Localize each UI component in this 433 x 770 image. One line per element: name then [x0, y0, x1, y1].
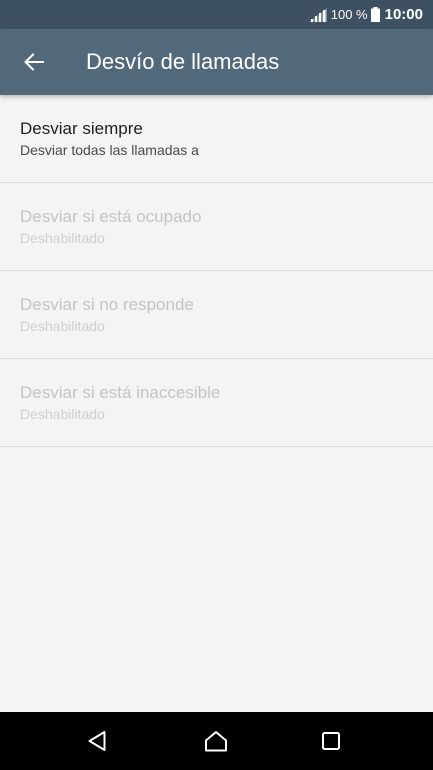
status-bar: 100 % 10:00 — [0, 0, 433, 29]
battery-percent: 100 % — [330, 7, 368, 22]
nav-home-button[interactable] — [196, 721, 236, 761]
call-forwarding-list: Desviar siempre Desviar todas las llamad… — [0, 95, 433, 447]
home-icon — [205, 731, 227, 752]
page-title: Desvío de llamadas — [86, 49, 280, 74]
clock: 10:00 — [384, 6, 423, 23]
list-item-subtitle: Deshabilitado — [20, 406, 105, 422]
phone-screen: 100 % 10:00 Desvío de llamadas Desviar s… — [0, 0, 433, 770]
recents-icon — [322, 732, 340, 750]
list-item-forward-when-busy: Desviar si está ocupado Deshabilitado — [0, 183, 433, 271]
navigation-bar — [0, 712, 433, 770]
nav-back-button[interactable] — [77, 721, 117, 761]
list-item-title: Desviar si está inaccesible — [20, 383, 221, 402]
list-item-forward-when-unanswered: Desviar si no responde Deshabilitado — [0, 271, 433, 359]
battery-icon — [370, 7, 380, 22]
list-item-forward-when-unreachable: Desviar si está inaccesible Deshabilitad… — [0, 359, 433, 447]
list-item-subtitle: Deshabilitado — [20, 230, 105, 246]
list-item-subtitle: Deshabilitado — [20, 318, 105, 334]
list-item-always-forward[interactable]: Desviar siempre Desviar todas las llamad… — [0, 95, 433, 183]
list-item-subtitle: Desviar todas las llamadas a — [20, 142, 199, 158]
list-item-title: Desviar si está ocupado — [20, 207, 202, 226]
triangle-back-icon — [88, 731, 106, 751]
nav-recents-button[interactable] — [311, 721, 351, 761]
list-item-title: Desviar si no responde — [20, 295, 194, 314]
signal-icon — [308, 7, 327, 22]
back-button[interactable] — [16, 44, 52, 80]
arrow-back-icon — [24, 53, 44, 71]
list-item-title: Desviar siempre — [20, 119, 143, 138]
app-bar: Desvío de llamadas — [0, 29, 433, 95]
